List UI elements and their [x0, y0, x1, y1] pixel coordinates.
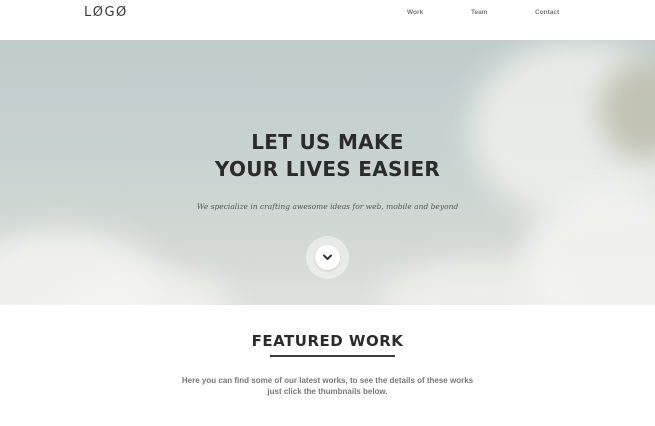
main-nav: Work Team Contact: [0, 9, 655, 19]
featured-work-title: FEATURED WORK: [251, 332, 404, 350]
hero-title-line-2: YOUR LIVES EASIER: [214, 157, 441, 181]
featured-desc-line-2: just click the thumbnails below.: [267, 387, 388, 396]
site-header: LØGØ Work Team Contact: [0, 0, 655, 40]
nav-item-contact[interactable]: Contact: [535, 9, 559, 16]
hero-section: LET US MAKE YOUR LIVES EASIER We special…: [0, 40, 655, 305]
scroll-down-button[interactable]: [315, 245, 340, 270]
section-divider: [270, 355, 395, 357]
hero-title-line-1: LET US MAKE: [251, 130, 404, 154]
featured-work-description: Here you can find some of our latest wor…: [0, 375, 655, 397]
nav-item-work[interactable]: Work: [407, 9, 423, 16]
featured-desc-line-1: Here you can find some of our latest wor…: [181, 376, 474, 385]
chevron-down-icon: [323, 254, 332, 260]
hero-subtitle: We specialize in crafting awesome ideas …: [196, 202, 459, 211]
hero-title: LET US MAKE YOUR LIVES EASIER: [0, 129, 655, 183]
nav-item-team[interactable]: Team: [471, 9, 488, 16]
